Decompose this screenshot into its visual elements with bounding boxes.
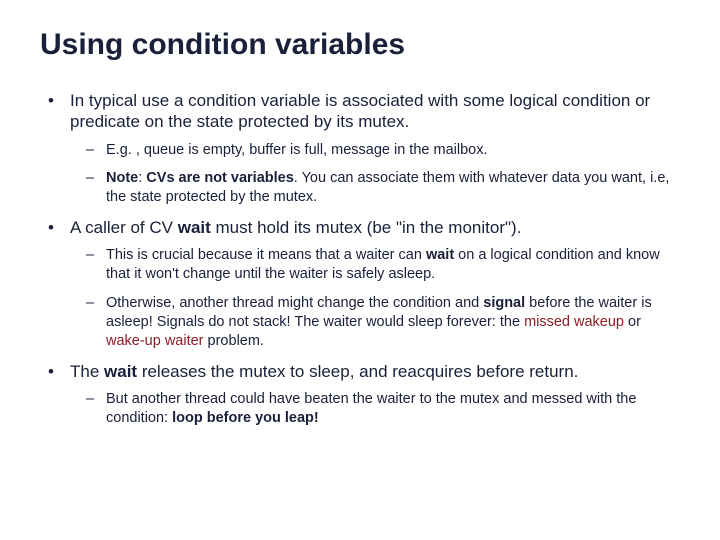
bullet-1-sublist: E.g. , queue is empty, buffer is full, m… [70, 141, 680, 208]
t: releases the mutex to sleep, and reacqui… [137, 362, 578, 381]
missed-wakeup-term: missed wakeup [524, 314, 624, 330]
bullet-list: In typical use a condition variable is a… [40, 90, 680, 427]
wakeup-waiter-term: wake-up waiter [106, 333, 204, 349]
bullet-1-sub-1-text: E.g. , queue is empty, buffer is full, m… [106, 142, 488, 158]
wait-bold: wait [178, 218, 211, 237]
t: A caller of CV [70, 218, 178, 237]
wait-bold-3: wait [104, 362, 137, 381]
t: must hold its mutex (be "in the monitor"… [211, 218, 522, 237]
t: or [624, 314, 641, 330]
signal-bold: signal [483, 295, 525, 311]
bullet-1: In typical use a condition variable is a… [40, 90, 680, 207]
bullet-3-sub-1: But another thread could have beaten the… [70, 390, 680, 428]
t: problem. [204, 333, 264, 349]
bullet-2-sub-2: Otherwise, another thread might change t… [70, 294, 680, 351]
bullet-3-sublist: But another thread could have beaten the… [70, 390, 680, 428]
loop-before-leap: loop before you leap! [172, 410, 319, 426]
bullet-1-sub-2: Note: CVs are not variables. You can ass… [70, 169, 680, 207]
bullet-2: A caller of CV wait must hold its mutex … [40, 217, 680, 350]
wait-bold-2: wait [426, 247, 454, 263]
slide: Using condition variables In typical use… [0, 0, 720, 540]
cvs-not-variables: CVs are not variables [146, 170, 294, 186]
bullet-3: The wait releases the mutex to sleep, an… [40, 361, 680, 428]
t: This is crucial because it means that a … [106, 247, 426, 263]
bullet-1-sub-1: E.g. , queue is empty, buffer is full, m… [70, 141, 680, 160]
slide-title: Using condition variables [40, 28, 680, 62]
bullet-2-sub-1: This is crucial because it means that a … [70, 246, 680, 284]
bullet-2-sublist: This is crucial because it means that a … [70, 246, 680, 350]
note-label: Note [106, 170, 138, 186]
t: Otherwise, another thread might change t… [106, 295, 483, 311]
t: The [70, 362, 104, 381]
bullet-1-text: In typical use a condition variable is a… [70, 91, 650, 131]
